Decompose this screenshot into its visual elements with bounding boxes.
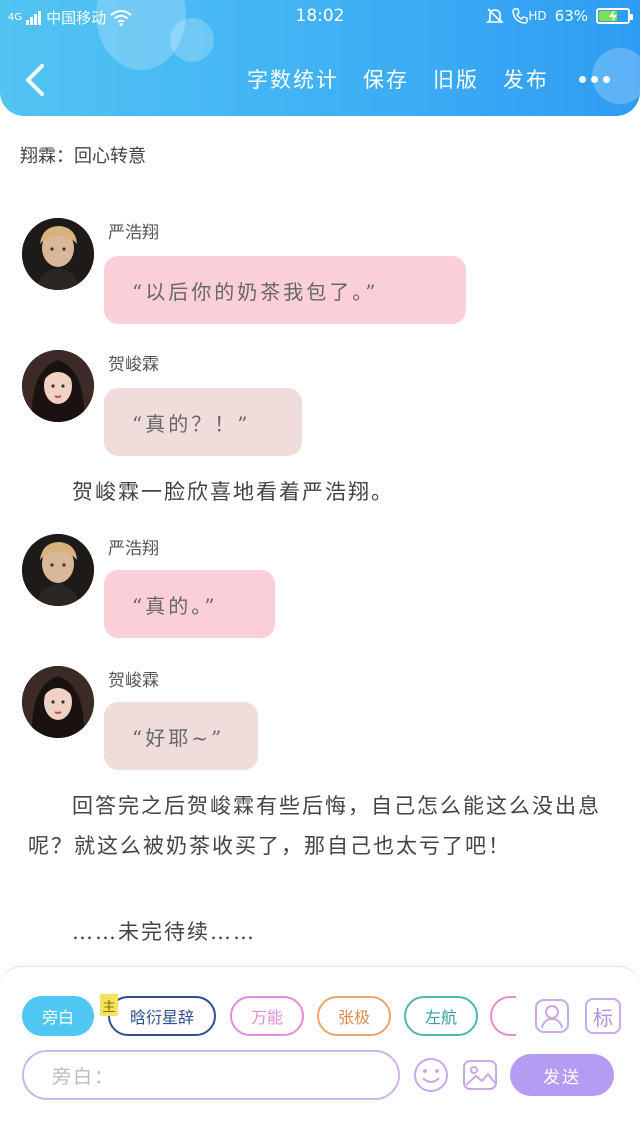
role-chip-narrator[interactable]: 旁白 bbox=[22, 996, 94, 1036]
image-icon[interactable] bbox=[462, 1057, 498, 1093]
chevron-left-icon bbox=[26, 64, 44, 96]
chat-bubble[interactable]: “以后你的奶茶我包了。” bbox=[104, 256, 466, 324]
avatar-portrait bbox=[22, 350, 94, 422]
publish-button[interactable]: 发布 bbox=[503, 64, 549, 94]
app-header: 4G 中国移动 18:02 HD 63% 字数统计 保存 旧版 发布 bbox=[0, 0, 640, 116]
ellipsis-dot bbox=[603, 75, 610, 83]
old-version-button[interactable]: 旧版 bbox=[433, 64, 479, 94]
send-button[interactable]: 发送 bbox=[510, 1054, 614, 1096]
battery-icon bbox=[596, 8, 633, 24]
status-right: HD 63% bbox=[486, 7, 633, 25]
charging-icon bbox=[609, 10, 617, 22]
volte-badge: HD bbox=[528, 9, 547, 23]
chat-bubble[interactable]: “好耶~” bbox=[104, 702, 258, 770]
chat-bubble[interactable]: “真的。” bbox=[104, 570, 275, 638]
status-bar: 4G 中国移动 18:02 HD 63% bbox=[0, 0, 640, 34]
person-icon[interactable] bbox=[534, 998, 570, 1034]
label-icon[interactable]: 标 bbox=[585, 998, 621, 1034]
narration-text[interactable]: 贺峻霖一脸欣喜地看着严浩翔。 bbox=[28, 472, 618, 512]
avatar[interactable] bbox=[22, 350, 94, 422]
role-chip[interactable]: 张极 bbox=[317, 996, 391, 1036]
role-chip[interactable]: 左航 bbox=[404, 996, 478, 1036]
chat-bubble[interactable]: “真的？！” bbox=[104, 388, 302, 456]
ellipsis-icon bbox=[579, 75, 586, 83]
mute-icon bbox=[486, 8, 505, 24]
sender-name: 贺峻霖 bbox=[108, 355, 159, 375]
header-actions: 字数统计 保存 旧版 发布 bbox=[247, 64, 610, 94]
save-button[interactable]: 保存 bbox=[363, 64, 409, 94]
sender-name: 严浩翔 bbox=[108, 223, 159, 243]
role-chip[interactable]: 晗衍星辞 bbox=[108, 996, 216, 1036]
ellipsis-dot bbox=[591, 75, 598, 83]
main-role-badge: 主 bbox=[100, 994, 118, 1016]
avatar[interactable] bbox=[22, 666, 94, 738]
battery-percent: 63% bbox=[554, 7, 588, 25]
narration-text[interactable]: ……未完待续…… bbox=[28, 912, 618, 952]
avatar[interactable] bbox=[22, 534, 94, 606]
call-icon bbox=[512, 8, 529, 24]
avatar-portrait bbox=[22, 534, 94, 606]
avatar-portrait bbox=[22, 218, 94, 290]
story-title: 翔霖：回心转意 bbox=[20, 146, 146, 167]
sender-name: 贺峻霖 bbox=[108, 671, 159, 691]
avatar-portrait bbox=[22, 666, 94, 738]
back-button[interactable] bbox=[20, 60, 50, 100]
dialogue-input[interactable]: 旁白： bbox=[22, 1050, 400, 1100]
avatar[interactable] bbox=[22, 218, 94, 290]
word-count-button[interactable]: 字数统计 bbox=[247, 64, 339, 94]
smiley-icon[interactable] bbox=[413, 1057, 449, 1093]
more-button[interactable] bbox=[579, 75, 610, 83]
sender-name: 严浩翔 bbox=[108, 539, 159, 559]
narration-text[interactable]: 回答完之后贺峻霖有些后悔，自己怎么能这么没出息呢？就这么被奶茶收买了，那自己也太… bbox=[28, 786, 618, 866]
role-chip[interactable]: 万能 bbox=[230, 996, 304, 1036]
